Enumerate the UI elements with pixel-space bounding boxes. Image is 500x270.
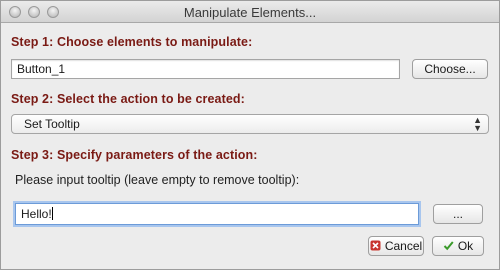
cancel-button-label: Cancel — [384, 239, 423, 253]
ok-button[interactable]: Ok — [432, 236, 484, 256]
elements-field[interactable]: Button_1 — [11, 59, 400, 79]
choose-button[interactable]: Choose... — [412, 59, 488, 79]
tooltip-input[interactable]: Hello! — [15, 203, 419, 225]
tooltip-input-value: Hello! — [21, 207, 52, 221]
text-caret — [51, 207, 53, 220]
manipulate-elements-dialog: Manipulate Elements... Step 1: Choose el… — [0, 0, 500, 270]
step2-heading: Step 2: Select the action to be created: — [11, 92, 245, 106]
action-select-value: Set Tooltip — [24, 117, 80, 131]
ok-button-label: Ok — [457, 239, 474, 253]
action-select[interactable]: Set Tooltip ▲ ▼ — [11, 114, 489, 134]
cancel-button[interactable]: Cancel — [368, 236, 424, 256]
step1-heading: Step 1: Choose elements to manipulate: — [11, 35, 253, 49]
updown-arrows-icon: ▲ ▼ — [473, 115, 482, 133]
step3-heading: Step 3: Specify parameters of the action… — [11, 148, 258, 162]
more-options-button[interactable]: ... — [433, 204, 483, 224]
title-bar: Manipulate Elements... — [1, 1, 499, 23]
ok-check-icon — [443, 241, 454, 251]
cancel-x-icon — [370, 240, 381, 251]
window-title: Manipulate Elements... — [183, 5, 317, 20]
elements-field-value: Button_1 — [17, 62, 66, 76]
tooltip-prompt-label: Please input tooltip (leave empty to rem… — [15, 173, 300, 187]
